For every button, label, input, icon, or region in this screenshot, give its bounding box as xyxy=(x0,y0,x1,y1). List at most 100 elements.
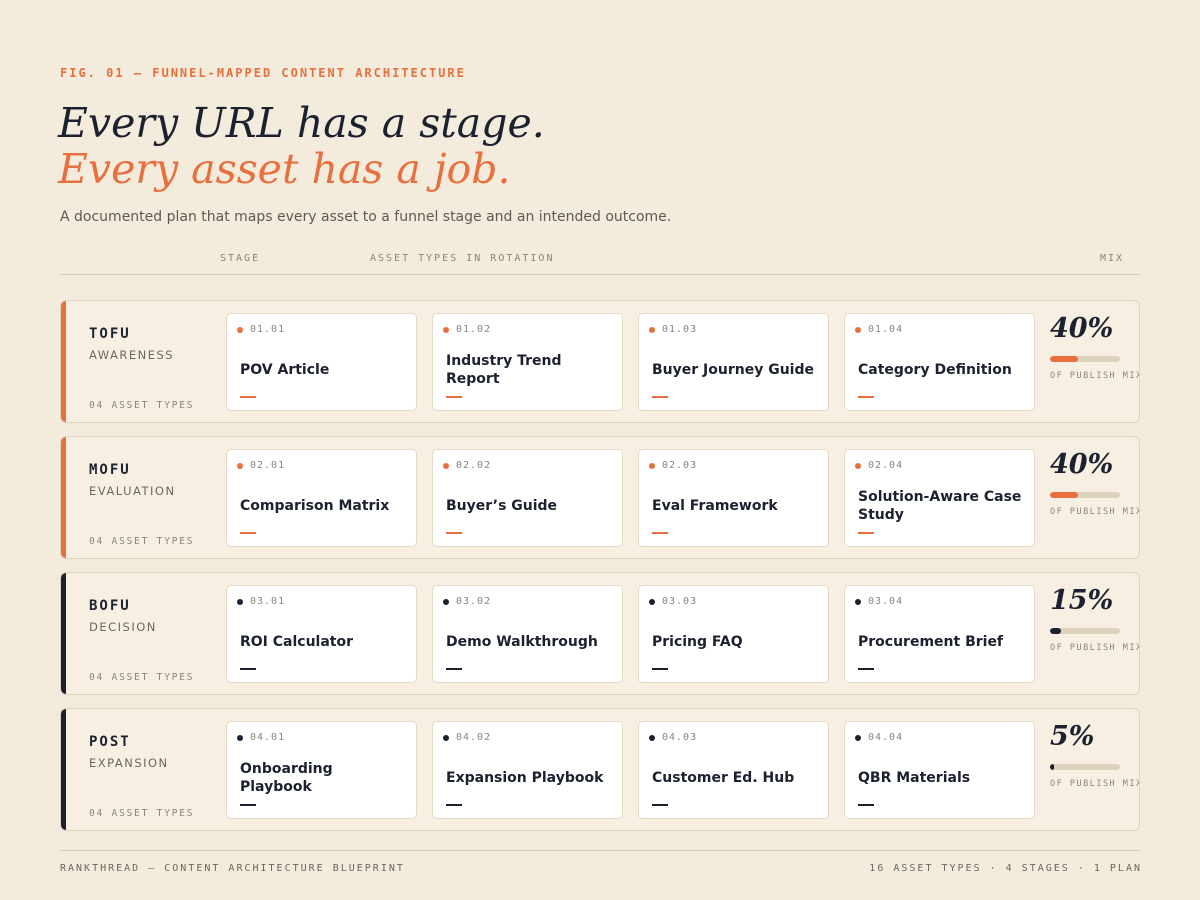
asset-dash-marker xyxy=(240,532,256,534)
asset-title: Solution-Aware Case Study xyxy=(858,489,1022,523)
asset-number: 04.04 xyxy=(868,732,904,743)
asset-card[interactable]: 02.03 Eval Framework xyxy=(638,449,829,547)
stage-row-post: POST EXPANSION 04 ASSET TYPES 04.01 Onboardi… xyxy=(60,708,1140,831)
stage-row-mofu: MOFU EVALUATION 04 ASSET TYPES 02.01 Compari… xyxy=(60,436,1140,559)
mix-progress-track xyxy=(1050,764,1120,770)
asset-dash-marker xyxy=(858,804,874,806)
asset-status-dot xyxy=(855,463,861,469)
mix-progress-track xyxy=(1050,628,1120,634)
headline: Every URL has a stage. Every asset has a… xyxy=(58,100,545,192)
stage-code: BOFU xyxy=(89,598,131,614)
asset-title-wrap: Category Definition xyxy=(858,350,1024,390)
asset-title: Buyer Journey Guide xyxy=(652,362,814,378)
stage-name: EXPANSION xyxy=(89,756,169,770)
asset-card[interactable]: 03.02 Demo Walkthrough xyxy=(432,585,623,683)
mix-progress-fill xyxy=(1050,628,1061,634)
asset-card[interactable]: 03.01 ROI Calculator xyxy=(226,585,417,683)
stage-accent-bar xyxy=(61,301,66,422)
asset-number: 02.02 xyxy=(456,460,492,471)
asset-dash-marker xyxy=(858,396,874,398)
asset-title: Comparison Matrix xyxy=(240,498,390,514)
asset-card[interactable]: 02.01 Comparison Matrix xyxy=(226,449,417,547)
stage-accent-bar xyxy=(61,709,66,830)
asset-status-dot xyxy=(649,463,655,469)
asset-number: 04.03 xyxy=(662,732,698,743)
asset-card[interactable]: 01.04 Category Definition xyxy=(844,313,1035,411)
asset-dash-marker xyxy=(240,396,256,398)
stage-code: MOFU xyxy=(89,462,131,478)
mix-percentage: 40% xyxy=(1050,313,1114,344)
asset-dash-marker xyxy=(652,532,668,534)
asset-status-dot xyxy=(237,599,243,605)
header-divider xyxy=(60,274,1140,275)
asset-card[interactable]: 01.01 POV Article xyxy=(226,313,417,411)
asset-status-dot xyxy=(237,735,243,741)
mix-progress-track xyxy=(1050,492,1120,498)
asset-title: Procurement Brief xyxy=(858,634,1004,650)
asset-card[interactable]: 03.04 Procurement Brief xyxy=(844,585,1035,683)
mix-percentage: 5% xyxy=(1050,721,1095,752)
asset-dash-marker xyxy=(858,532,874,534)
asset-number: 02.04 xyxy=(868,460,904,471)
footer-left: RANKTHREAD — CONTENT ARCHITECTURE BLUEPR… xyxy=(60,863,405,874)
asset-number: 01.03 xyxy=(662,324,698,335)
asset-title-wrap: Industry Trend Report xyxy=(446,350,612,390)
stage-row-tofu: TOFU AWARENESS 04 ASSET TYPES 01.01 POV Arti… xyxy=(60,300,1140,423)
asset-number: 03.03 xyxy=(662,596,698,607)
mix-percentage: 40% xyxy=(1050,449,1114,480)
asset-status-dot xyxy=(649,735,655,741)
asset-number: 03.01 xyxy=(250,596,286,607)
asset-number: 02.03 xyxy=(662,460,698,471)
asset-status-dot xyxy=(237,463,243,469)
asset-card[interactable]: 04.04 QBR Materials xyxy=(844,721,1035,819)
stage-name: AWARENESS xyxy=(89,348,175,362)
asset-title: Industry Trend Report xyxy=(446,353,562,387)
asset-title: Category Definition xyxy=(858,362,1012,378)
asset-number: 01.01 xyxy=(250,324,286,335)
asset-number: 01.02 xyxy=(456,324,492,335)
asset-title-wrap: POV Article xyxy=(240,350,406,390)
asset-card[interactable]: 01.02 Industry Trend Report xyxy=(432,313,623,411)
stage-name: EVALUATION xyxy=(89,484,176,498)
mix-caption: OF PUBLISH MIX xyxy=(1050,507,1140,517)
asset-card[interactable]: 02.02 Buyer’s Guide xyxy=(432,449,623,547)
column-header-mix: MIX xyxy=(1100,253,1125,264)
headline-line-2: Every asset has a job. xyxy=(58,145,511,193)
asset-card[interactable]: 04.02 Expansion Playbook xyxy=(432,721,623,819)
asset-status-dot xyxy=(649,599,655,605)
asset-title-wrap: ROI Calculator xyxy=(240,622,406,662)
mix-progress-fill xyxy=(1050,492,1078,498)
asset-title-wrap: Buyer Journey Guide xyxy=(652,350,818,390)
asset-title-wrap: Expansion Playbook xyxy=(446,758,612,798)
mix-percentage: 15% xyxy=(1050,585,1114,616)
figure-eyebrow: FIG. 01 — FUNNEL-MAPPED CONTENT ARCHITEC… xyxy=(60,66,466,80)
asset-card[interactable]: 03.03 Pricing FAQ xyxy=(638,585,829,683)
asset-dash-marker xyxy=(858,668,874,670)
asset-card[interactable]: 01.03 Buyer Journey Guide xyxy=(638,313,829,411)
asset-number: 02.01 xyxy=(250,460,286,471)
stage-code: TOFU xyxy=(89,326,131,342)
asset-dash-marker xyxy=(240,804,256,806)
asset-card[interactable]: 02.04 Solution-Aware Case Study xyxy=(844,449,1035,547)
asset-title: Demo Walkthrough xyxy=(446,634,598,650)
column-header-stage: STAGE xyxy=(220,253,261,264)
asset-card[interactable]: 04.03 Customer Ed. Hub xyxy=(638,721,829,819)
asset-status-dot xyxy=(855,599,861,605)
asset-status-dot xyxy=(443,327,449,333)
footer-divider xyxy=(60,850,1140,851)
asset-dash-marker xyxy=(240,668,256,670)
asset-card[interactable]: 04.01 Onboarding Playbook xyxy=(226,721,417,819)
asset-status-dot xyxy=(443,735,449,741)
asset-number: 03.04 xyxy=(868,596,904,607)
asset-title-wrap: Onboarding Playbook xyxy=(240,758,406,798)
mix-caption: OF PUBLISH MIX xyxy=(1050,779,1140,789)
asset-dash-marker xyxy=(446,668,462,670)
mix-progress-track xyxy=(1050,356,1120,362)
asset-status-dot xyxy=(855,327,861,333)
asset-dash-marker xyxy=(446,804,462,806)
stage-asset-count: 04 ASSET TYPES xyxy=(89,536,195,547)
stage-accent-bar xyxy=(61,573,66,694)
asset-title-wrap: Comparison Matrix xyxy=(240,486,406,526)
stage-row-bofu: BOFU DECISION 04 ASSET TYPES 03.01 ROI Calcu… xyxy=(60,572,1140,695)
asset-number: 04.02 xyxy=(456,732,492,743)
